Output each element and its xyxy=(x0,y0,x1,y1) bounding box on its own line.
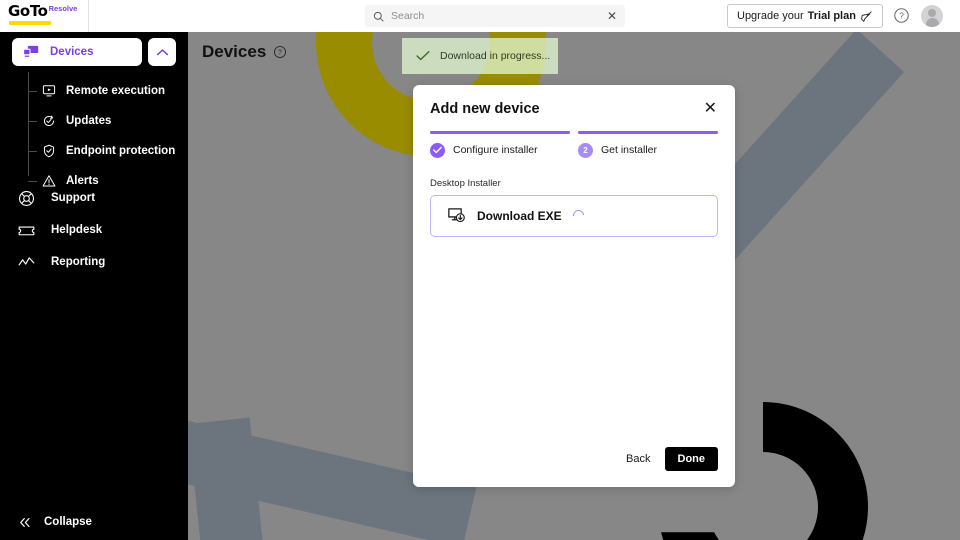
step-label: Get installer xyxy=(601,144,658,156)
ticket-icon xyxy=(18,225,35,235)
sidebar: Devices Remote execution Updates Endpoin… xyxy=(0,32,188,540)
search-clear-icon[interactable]: ✕ xyxy=(607,10,617,22)
monitor-play-icon xyxy=(42,85,56,97)
sidebar-item-support[interactable]: Support xyxy=(14,182,184,214)
page-header: Devices ? xyxy=(202,42,287,62)
svg-text:?: ? xyxy=(278,50,282,57)
download-exe-label: Download EXE xyxy=(477,208,562,223)
sidebar-label: Updates xyxy=(66,115,112,127)
tree-tick xyxy=(28,151,37,152)
step-progress-bar xyxy=(578,131,718,134)
devices-icon xyxy=(23,45,39,57)
sidebar-device-subnav: Remote execution Updates Endpoint protec… xyxy=(28,72,188,196)
search-icon xyxy=(373,11,384,22)
tree-tick xyxy=(28,121,37,122)
help-question-icon[interactable]: ? xyxy=(893,7,910,24)
dialog-header: Add new device ✕ xyxy=(413,85,735,118)
sidebar-collapse-button[interactable]: Collapse xyxy=(18,516,92,528)
sidebar-label: Endpoint protection xyxy=(66,145,176,157)
logo-goto-text: GoTo xyxy=(8,2,48,20)
monitor-download-icon xyxy=(448,208,465,223)
logo-underline xyxy=(9,21,51,25)
desktop-installer-label: Desktop Installer xyxy=(430,177,501,189)
step-get-installer[interactable]: 2 Get installer xyxy=(578,131,718,158)
upgrade-plan-button[interactable]: Upgrade your Trial plan xyxy=(727,4,883,28)
step-number: 2 xyxy=(583,145,588,155)
double-chevron-left-icon xyxy=(20,517,30,527)
tree-tick xyxy=(28,91,37,92)
upgrade-plan-name: Trial plan xyxy=(807,10,856,22)
search-input[interactable]: Search ✕ xyxy=(365,5,625,27)
top-bar: GoTo Resolve Search ✕ Upgrade your Trial… xyxy=(0,0,960,32)
refresh-check-icon xyxy=(44,115,55,127)
upgrade-prefix: Upgrade your xyxy=(737,10,804,22)
page-title: Devices xyxy=(202,42,267,61)
sidebar-label: Helpdesk xyxy=(51,224,103,236)
sidebar-item-helpdesk[interactable]: Helpdesk xyxy=(14,214,184,246)
toast-message: Download in progress... xyxy=(440,50,551,62)
done-button[interactable]: Done xyxy=(664,447,718,471)
sidebar-collapse-label: Collapse xyxy=(44,516,92,528)
step-configure-installer[interactable]: Configure installer xyxy=(430,131,570,158)
app-root: GoTo Resolve Search ✕ Upgrade your Trial… xyxy=(0,0,960,540)
sidebar-label: Remote execution xyxy=(66,85,166,97)
sidebar-label: Support xyxy=(51,192,96,204)
step-marker-check xyxy=(430,142,445,158)
search-placeholder: Search xyxy=(391,10,425,22)
check-icon xyxy=(416,51,430,61)
app-logo[interactable]: GoTo Resolve xyxy=(0,0,88,32)
sidebar-item-reporting[interactable]: Reporting xyxy=(14,246,184,278)
sidebar-item-remote-execution[interactable]: Remote execution xyxy=(28,76,188,106)
lifebuoy-icon xyxy=(19,190,34,206)
page-help-icon[interactable]: ? xyxy=(273,45,287,59)
step-marker-number: 2 xyxy=(578,142,593,158)
chevron-up-icon xyxy=(156,48,168,55)
check-icon xyxy=(433,146,442,154)
sidebar-item-updates[interactable]: Updates xyxy=(28,106,188,136)
user-avatar[interactable] xyxy=(921,5,943,27)
step-content: 2 Get installer xyxy=(578,142,718,158)
dialog-close-button[interactable]: ✕ xyxy=(704,100,717,116)
add-device-dialog: Add new device ✕ Configure installer 2 G… xyxy=(413,85,735,487)
dialog-title: Add new device xyxy=(430,101,540,117)
sidebar-label: Reporting xyxy=(51,256,106,268)
step-progress-bar xyxy=(430,131,570,134)
sidebar-item-endpoint-protection[interactable]: Endpoint protection xyxy=(28,136,188,166)
dialog-stepper: Configure installer 2 Get installer xyxy=(413,117,735,158)
dialog-body: Desktop Installer Download EXE xyxy=(413,158,735,237)
header-divider xyxy=(88,0,89,32)
sidebar-devices-label: Devices xyxy=(50,46,94,58)
chart-line-icon xyxy=(18,256,35,265)
sidebar-main-nav: Support Helpdesk Reporting xyxy=(14,182,184,278)
logo-resolve-text: Resolve xyxy=(48,4,78,13)
download-exe-button[interactable]: Download EXE xyxy=(430,194,718,237)
rocket-icon xyxy=(861,10,872,22)
toast-notification: Download in progress... xyxy=(402,38,558,74)
back-button[interactable]: Back xyxy=(626,453,650,465)
svg-text:?: ? xyxy=(899,11,904,21)
sidebar-item-devices[interactable]: Devices xyxy=(12,38,142,66)
step-label: Configure installer xyxy=(453,144,538,156)
sidebar-devices-group: Devices xyxy=(12,38,176,66)
shield-check-icon xyxy=(43,144,55,158)
sidebar-devices-collapse-toggle[interactable] xyxy=(148,38,176,66)
dialog-footer: Back Done xyxy=(626,447,718,471)
step-content: Configure installer xyxy=(430,142,570,158)
spinner-icon xyxy=(570,207,586,224)
